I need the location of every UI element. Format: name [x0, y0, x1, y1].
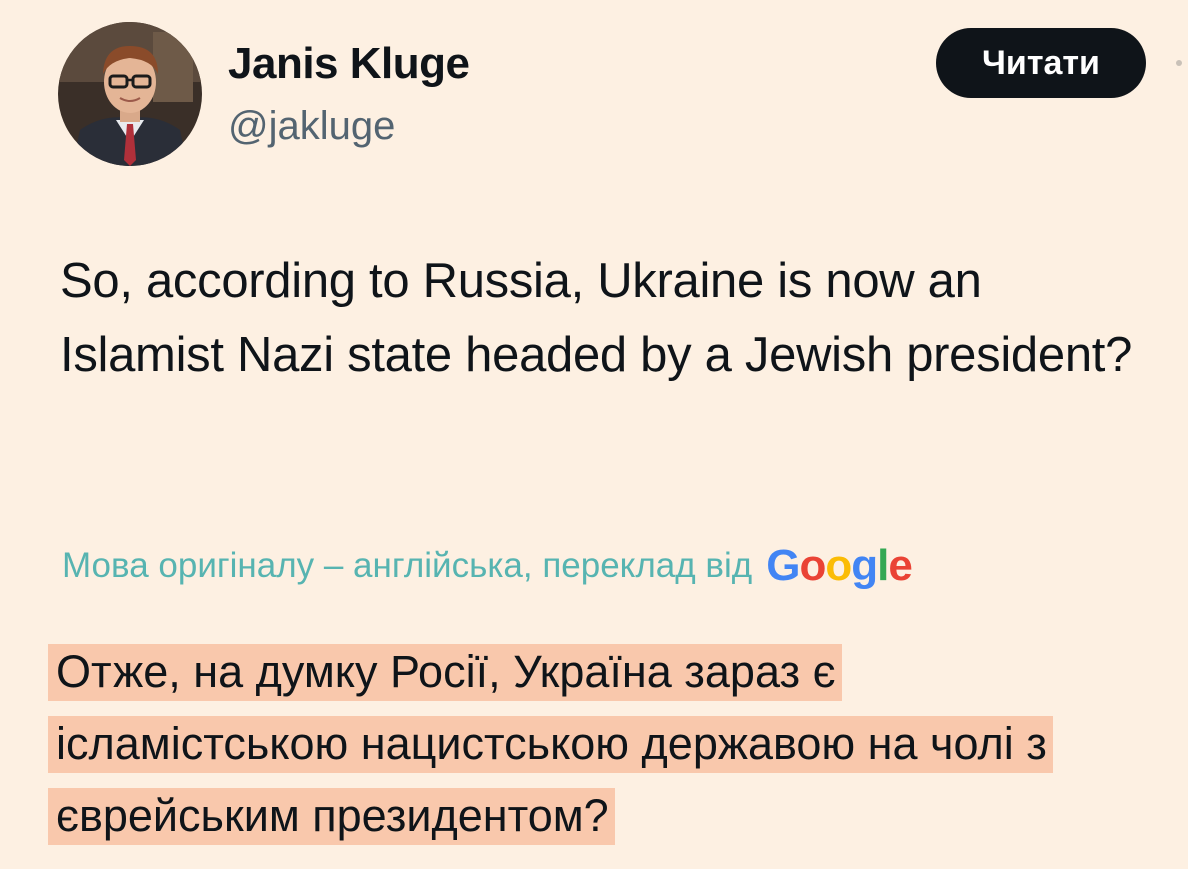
author-handle[interactable]: @jakluge [228, 102, 395, 150]
google-logo-letter: o [825, 541, 852, 590]
google-logo-letter: g [851, 541, 878, 590]
translated-text: Отже, на думку Росії, Україна зараз є іс… [48, 638, 1148, 854]
avatar-image [58, 22, 202, 166]
google-logo-letter: o [799, 541, 826, 590]
avatar[interactable] [58, 22, 202, 166]
google-logo: Google [766, 540, 913, 592]
highlighted-text: єврейським президентом? [48, 788, 615, 845]
google-logo-letter: G [766, 541, 800, 590]
author-display-name[interactable]: Janis Kluge [228, 38, 470, 90]
highlighted-text: ісламістською нацистською державою на чо… [48, 716, 1053, 773]
tweet-text: So, according to Russia, Ukraine is now … [60, 254, 1133, 382]
scroll-indicator [1176, 60, 1182, 66]
follow-button[interactable]: Читати [936, 28, 1146, 98]
translation-note: Мова оригіналу – англійська, переклад ві… [62, 546, 753, 585]
highlighted-text: Отже, на думку Росії, Україна зараз є [48, 644, 842, 701]
translated-line: єврейським президентом? [48, 782, 1148, 854]
translation-attribution: Мова оригіналу – англійська, переклад ві… [62, 540, 913, 592]
translated-line: ісламістською нацистською державою на чо… [48, 710, 1148, 782]
translated-line: Отже, на думку Росії, Україна зараз є [48, 638, 1148, 710]
google-logo-letter: e [888, 541, 913, 590]
google-logo-letter: l [877, 541, 889, 590]
